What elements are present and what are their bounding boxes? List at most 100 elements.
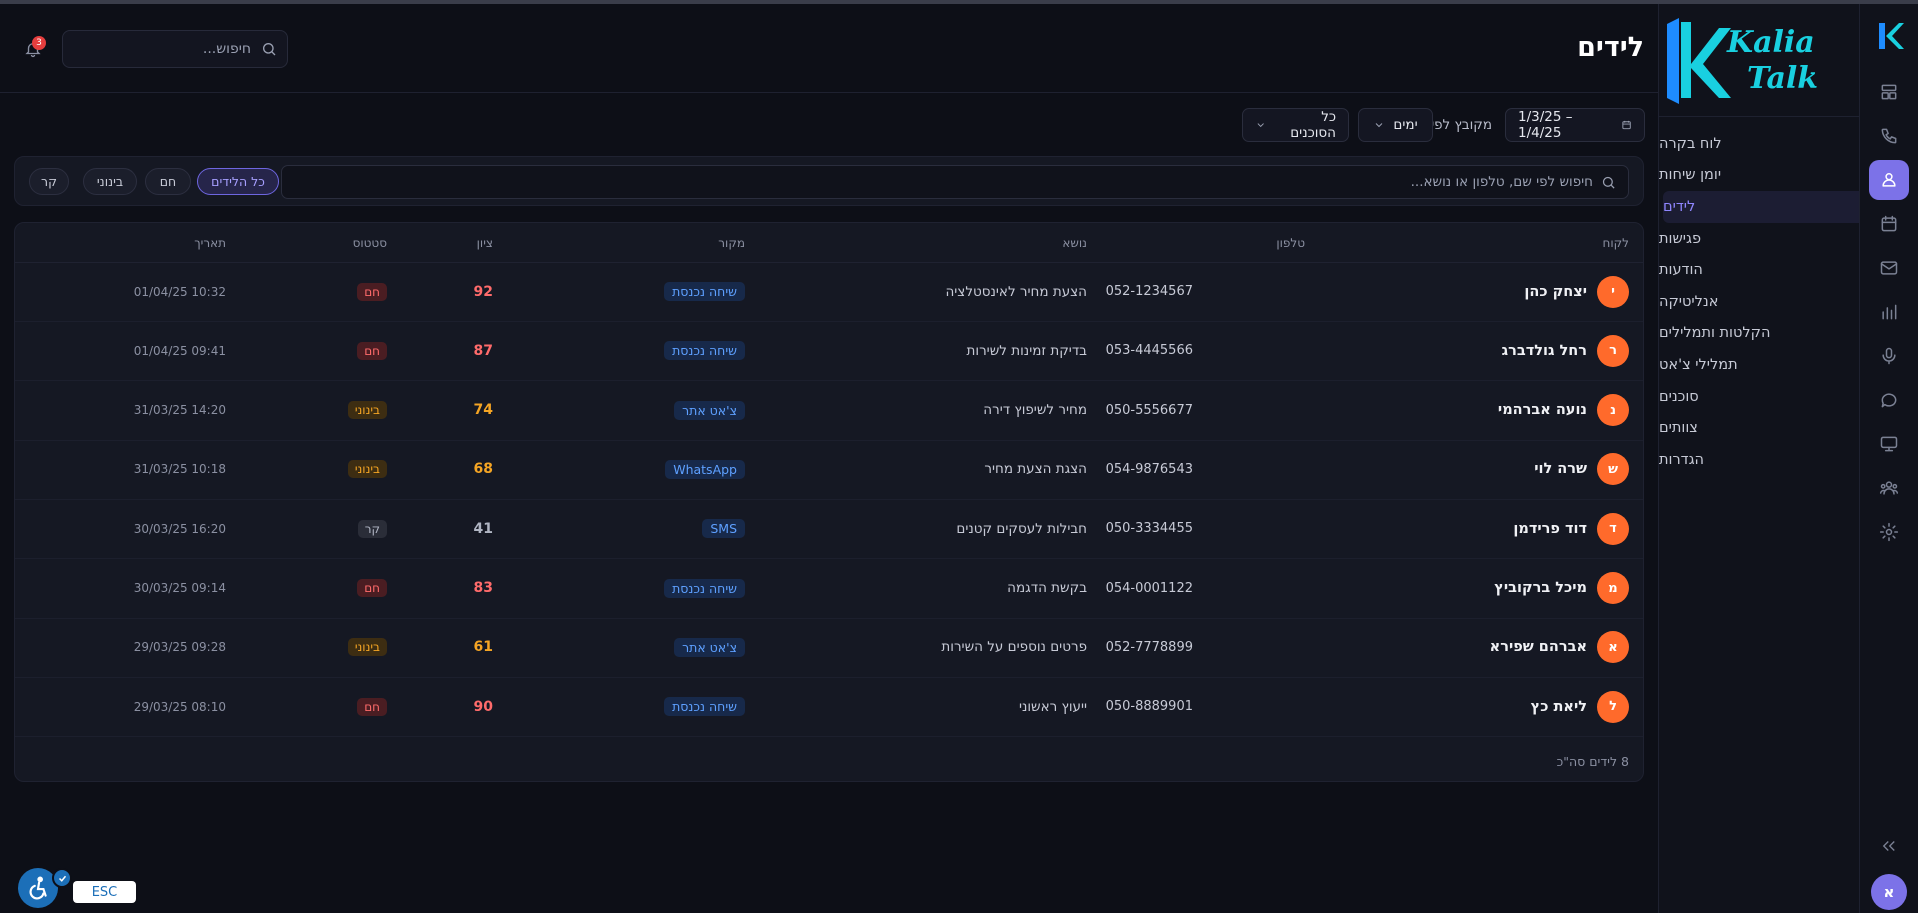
source-badge: שיחה נכנסת <box>664 578 745 598</box>
collapse-sidebar-icon[interactable] <box>1877 834 1901 858</box>
nav-item[interactable]: אנליטיקה <box>1659 286 1859 318</box>
phone-number[interactable]: 054-9876543 <box>1106 462 1193 477</box>
avatar: מ <box>1597 572 1629 604</box>
date-range-picker[interactable]: 1/3/25 – 1/4/25 <box>1505 108 1645 142</box>
filter-chip[interactable]: בינוני <box>83 168 137 195</box>
status-badge: בינוני <box>347 638 387 657</box>
nav-item[interactable]: צוותים <box>1659 412 1859 444</box>
customer-name[interactable]: יצחק כהן <box>1524 284 1587 300</box>
phone-cell: 054-9876543 <box>1106 440 1193 499</box>
agents-value: כל הסוכנים <box>1290 109 1336 141</box>
status-cell: בינוני <box>347 381 387 440</box>
customer-name[interactable]: ליאת כץ <box>1531 699 1587 715</box>
score-cell: 83 <box>474 559 493 618</box>
notifications-button[interactable]: 3 <box>24 36 46 62</box>
brand-name-line2: Talk <box>1747 61 1818 96</box>
phone-cell: 050-5556677 <box>1106 381 1193 440</box>
customer-name[interactable]: שרה לוי <box>1534 461 1587 477</box>
rail-agents-button[interactable] <box>1869 468 1909 508</box>
column-customer: לקוח <box>1602 236 1629 250</box>
score-cell: 61 <box>474 618 493 677</box>
table-row[interactable]: ד דוד פרידמן 050-3334455 חבילות לעסקים קטני… <box>15 499 1643 560</box>
avatar: א <box>1597 631 1629 664</box>
app-logo-icon[interactable] <box>1873 20 1905 52</box>
avatar: ל <box>1597 690 1629 723</box>
nav-item[interactable]: לידים <box>1663 191 1859 223</box>
lead-search-input[interactable] <box>282 174 1601 190</box>
table-row[interactable]: א אברהם שפירא 052-7778899 פרטים נוספים על ה… <box>15 618 1643 678</box>
customer-name[interactable]: אברהם שפירא <box>1490 639 1587 655</box>
rail-mail-button[interactable] <box>1869 248 1909 288</box>
phone-number[interactable]: 050-3334455 <box>1106 521 1193 536</box>
customer-name[interactable]: רחל גולדברג <box>1502 343 1587 359</box>
filter-chip[interactable]: קר <box>29 168 69 195</box>
rail-mic-button[interactable] <box>1869 336 1909 376</box>
rail-chat-button[interactable] <box>1869 380 1909 420</box>
brand-logo[interactable]: Kalia Talk <box>1659 4 1859 117</box>
nav-item[interactable]: פגישות <box>1659 223 1859 255</box>
phone-number[interactable]: 052-1234567 <box>1106 284 1193 299</box>
table-row[interactable]: ל ליאת כץ 050-8889901 ייעוץ ראשוני שיחה נכנס… <box>15 677 1643 738</box>
esc-button[interactable]: ESC <box>73 881 136 903</box>
lead-search[interactable] <box>281 165 1629 199</box>
nav-item[interactable]: הקלטות ותמלילים <box>1659 318 1859 350</box>
customer-name[interactable]: מיכל ברקוביץ <box>1494 580 1587 596</box>
nav-item[interactable]: יומן שיחות <box>1659 160 1859 192</box>
phone-number[interactable]: 050-8889901 <box>1106 699 1193 714</box>
global-search-input[interactable] <box>63 41 261 57</box>
rail-phone-button[interactable] <box>1869 116 1909 156</box>
score-cell: 74 <box>474 381 493 440</box>
status-cell: בינוני <box>347 618 387 677</box>
navigation-panel: Kalia Talk לוח בקרה יומן שיחות לידים פגישות… <box>1658 4 1859 913</box>
customer-name[interactable]: נועה אברהמי <box>1498 402 1587 418</box>
date-text: 01/04/25 10:32 <box>133 284 226 299</box>
date-cell: 30/03/25 09:14 <box>134 559 226 618</box>
date-text: 30/03/25 16:20 <box>133 521 226 536</box>
group-by-label: מקובץ לפי <box>1431 117 1492 133</box>
topic-text: פרטים נוספים על השירות <box>941 639 1087 656</box>
customer-cell: נ נועה אברהמי <box>1498 381 1629 440</box>
search-icon <box>263 43 276 56</box>
phone-cell: 054-0001122 <box>1106 559 1193 618</box>
phone-number[interactable]: 050-5556677 <box>1106 403 1193 418</box>
score-cell: 90 <box>474 677 493 736</box>
rail-settings-button[interactable] <box>1869 512 1909 552</box>
mail-icon <box>1880 261 1898 275</box>
phone-number[interactable]: 052-7778899 <box>1106 640 1193 655</box>
topic-text: בקשת הדגמה <box>1007 580 1087 596</box>
table-row[interactable]: ר רחל גולדברג 053-4445566 בדיקת זמינות לשיר… <box>15 321 1643 382</box>
source-badge: שיחה נכנסת <box>664 282 745 301</box>
nav-item[interactable]: לוח בקרה <box>1659 128 1859 160</box>
table-row[interactable]: י יצחק כהן 052-1234567 הצעת מחיר לאינסטלציה… <box>15 262 1643 322</box>
rail-monitor-button[interactable] <box>1869 424 1909 464</box>
rail-calendar-button[interactable] <box>1869 204 1909 244</box>
avatar: י <box>1597 275 1629 308</box>
rail-dashboard-button[interactable] <box>1869 72 1909 112</box>
score-cell: 41 <box>474 499 493 558</box>
global-search[interactable] <box>62 30 288 68</box>
source-cell: WhatsApp <box>665 440 745 499</box>
customer-name[interactable]: דוד פרידמן <box>1513 521 1587 537</box>
user-avatar[interactable]: א <box>1871 874 1907 910</box>
table-row[interactable]: נ נועה אברהמי 050-5556677 מחיר לשיפוץ דירה צ… <box>15 381 1643 441</box>
filter-chip[interactable]: חם <box>145 168 191 195</box>
monitor-icon <box>1880 436 1898 452</box>
group-by-select[interactable]: ימים <box>1358 108 1433 142</box>
table-row[interactable]: ש שרה לוי 054-9876543 הצגת הצעת מחיר WhatsAp… <box>15 440 1643 500</box>
phone-number[interactable]: 053-4445566 <box>1106 343 1193 358</box>
rail-analytics-button[interactable] <box>1869 292 1909 332</box>
score-value: 83 <box>473 580 493 596</box>
phone-number[interactable]: 054-0001122 <box>1106 581 1193 596</box>
nav-item[interactable]: הגדרות <box>1659 444 1859 476</box>
brand-name-line1: Kalia <box>1726 25 1815 60</box>
nav-item[interactable]: סוכנים <box>1659 381 1859 413</box>
filter-chip[interactable]: כל הלידים <box>197 168 279 195</box>
rail-leads-button[interactable] <box>1869 160 1909 200</box>
agents-select[interactable]: כל הסוכנים <box>1242 108 1349 142</box>
nav-item[interactable]: תמלילי צ'אט <box>1659 349 1859 381</box>
customer-cell: א אברהם שפירא <box>1490 618 1629 677</box>
source-cell: שיחה נכנסת <box>664 262 745 321</box>
nav-item[interactable]: הודעות <box>1659 254 1859 286</box>
table-row[interactable]: מ מיכל ברקוביץ 054-0001122 בקשת הדגמה שיחה נ… <box>15 559 1643 619</box>
date-text: 29/03/25 09:28 <box>133 640 226 655</box>
